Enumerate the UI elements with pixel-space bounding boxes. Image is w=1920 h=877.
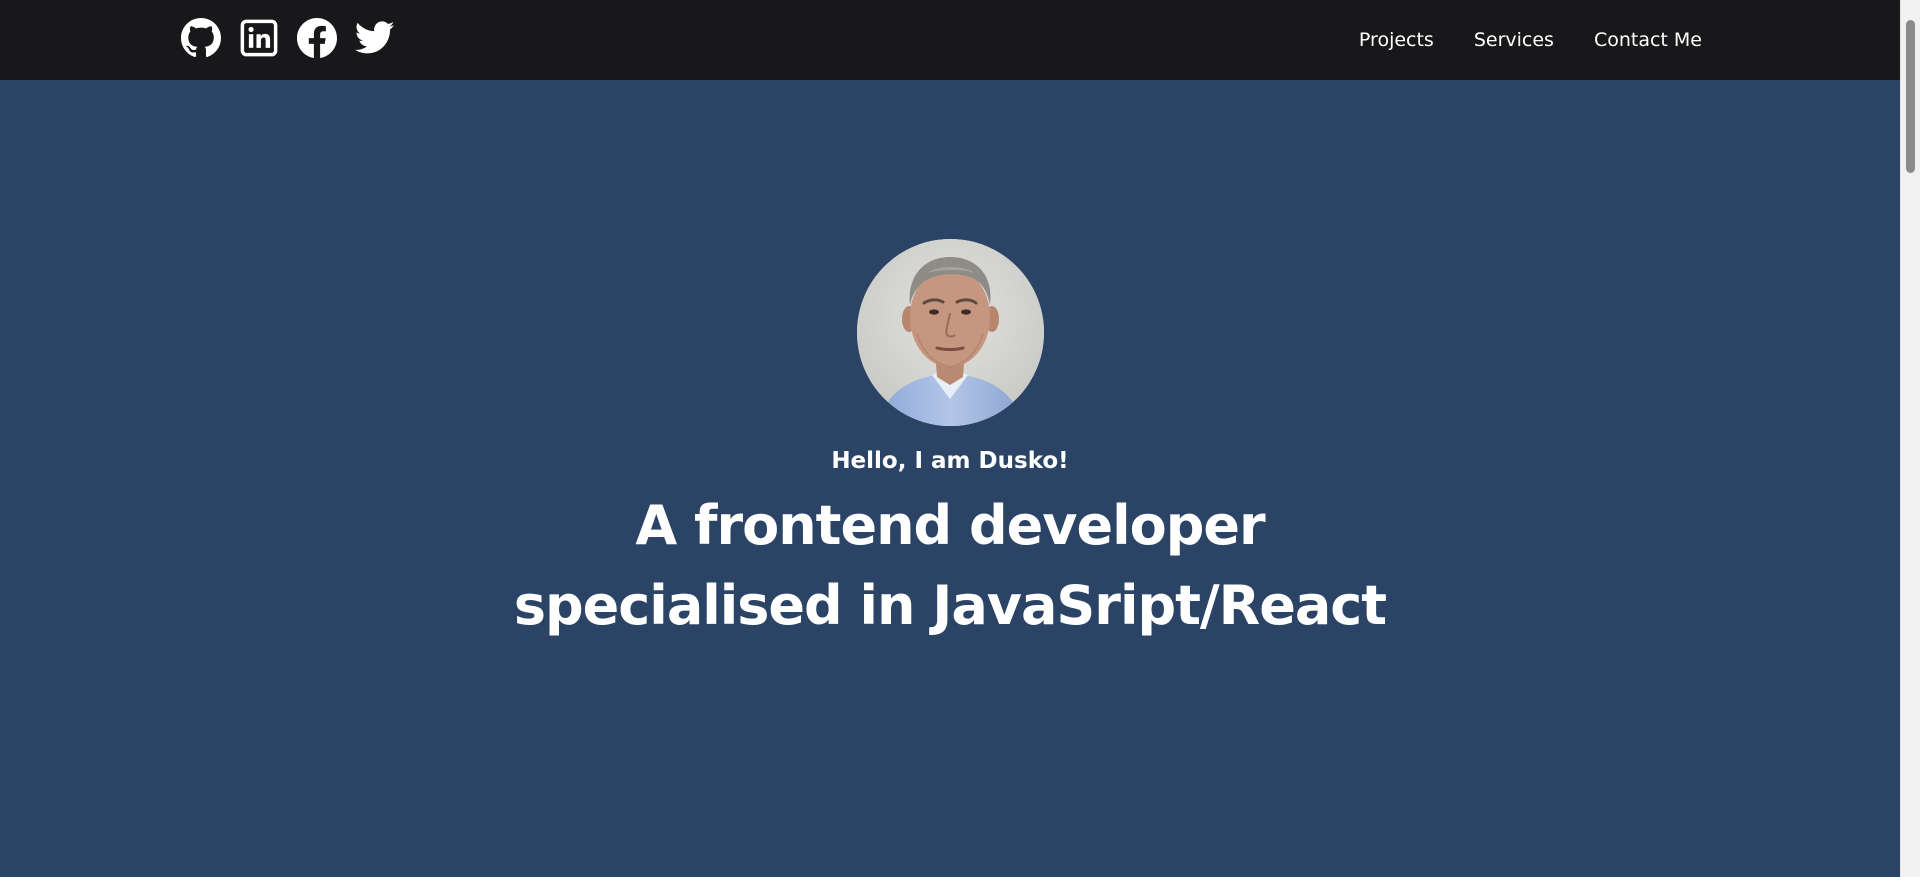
- top-navbar: Projects Services Contact Me: [0, 0, 1900, 80]
- headline-line-2: specialised in JavaSript/React: [513, 574, 1387, 637]
- headline-line-1: A frontend developer: [635, 494, 1265, 557]
- facebook-link[interactable]: [296, 17, 338, 59]
- greeting-text: Hello, I am Dusko!: [831, 448, 1069, 474]
- twitter-link[interactable]: [354, 17, 396, 59]
- avatar: [857, 239, 1044, 426]
- scrollbar-thumb[interactable]: [1906, 20, 1915, 173]
- hero-headline: A frontend developer specialised in Java…: [0, 486, 1900, 646]
- facebook-icon: [297, 18, 337, 58]
- linkedin-icon: [240, 19, 278, 57]
- vertical-scrollbar[interactable]: [1900, 0, 1920, 877]
- nav-projects[interactable]: Projects: [1359, 24, 1434, 56]
- nav-services[interactable]: Services: [1474, 24, 1554, 56]
- nav-contact-me[interactable]: Contact Me: [1594, 24, 1702, 56]
- github-link[interactable]: [180, 17, 222, 59]
- social-links: [180, 16, 396, 60]
- linkedin-link[interactable]: [238, 17, 280, 59]
- github-icon: [181, 18, 221, 58]
- profile-photo: [857, 239, 1044, 426]
- main-nav: Projects Services Contact Me: [1359, 24, 1702, 56]
- twitter-icon: [355, 21, 395, 54]
- page: Projects Services Contact Me Hello, I am…: [0, 0, 1900, 877]
